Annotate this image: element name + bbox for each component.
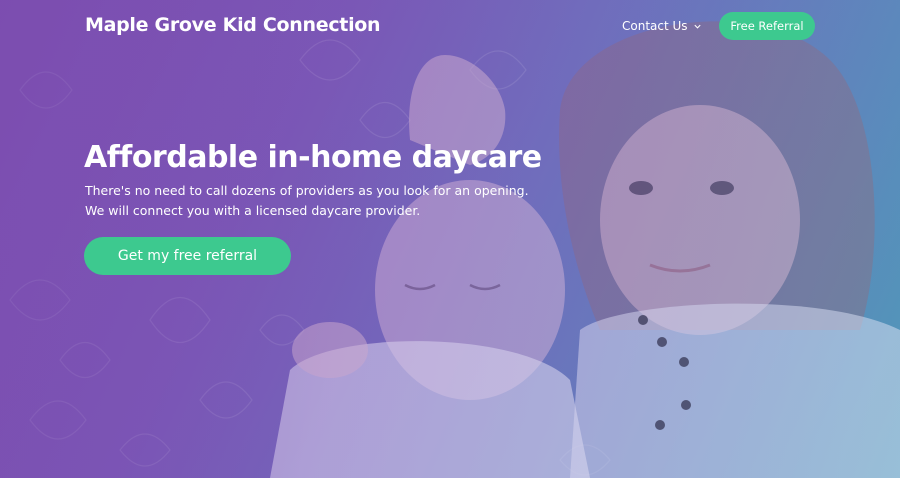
site-logo[interactable]: Maple Grove Kid Connection: [85, 14, 381, 36]
hero-section: Maple Grove Kid Connection Contact Us Fr…: [0, 0, 900, 478]
get-free-referral-button[interactable]: Get my free referral: [84, 237, 291, 275]
contact-us-label: Contact Us: [622, 19, 688, 33]
free-referral-button[interactable]: Free Referral: [719, 12, 815, 40]
hero-subtext-line-1: There's no need to call dozens of provid…: [85, 183, 529, 198]
hero-headline: Affordable in-home daycare: [84, 140, 542, 175]
chevron-down-icon: [693, 24, 701, 29]
top-nav: Maple Grove Kid Connection Contact Us Fr…: [0, 0, 900, 56]
hero-subtext: There's no need to call dozens of provid…: [85, 181, 545, 221]
hero-subtext-line-2: We will connect you with a licensed dayc…: [85, 203, 421, 218]
contact-us-dropdown[interactable]: Contact Us: [622, 19, 702, 33]
